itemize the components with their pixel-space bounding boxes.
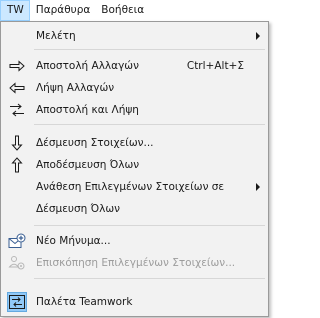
menu-item-review-selected: Επισκόπηση Επιλεγμένων Στοιχείων... xyxy=(3,252,266,274)
menubar-item-help[interactable]: Βοήθεια xyxy=(95,0,149,21)
envelope-add-icon xyxy=(3,230,31,252)
shortcut-label: Ctrl+Alt+Σ xyxy=(186,60,244,72)
arrow-left-icon xyxy=(3,77,31,99)
menu-separator xyxy=(34,278,265,279)
menu-bar: TW Παράθυρα Βοήθεια xyxy=(0,0,270,21)
menubar-item-windows[interactable]: Παράθυρα xyxy=(30,0,96,21)
submenu-arrow-icon xyxy=(256,183,260,191)
menu-item-label: Παλέτα Teamwork xyxy=(36,296,133,308)
tw-dropdown-menu: Μελέτη Αποστολή Αλλαγών Ctrl+Alt+Σ Λήψη … xyxy=(0,21,269,317)
menu-item-new-message[interactable]: Νέο Μήνυμα... xyxy=(3,230,266,252)
arrow-down-icon xyxy=(3,132,31,154)
users-gear-icon xyxy=(3,252,31,274)
menu-item-reserve-elements[interactable]: Δέσμευση Στοιχείων... xyxy=(3,132,266,154)
menubar-item-tw[interactable]: TW xyxy=(0,0,30,21)
menu-item-study[interactable]: Μελέτη xyxy=(3,25,266,47)
menu-separator xyxy=(34,225,265,226)
menu-item-label: Μελέτη xyxy=(36,30,76,42)
menu-item-label: Δέσμευση Στοιχείων... xyxy=(36,137,154,149)
menu-item-reserve-all[interactable]: Δέσμευση Όλων xyxy=(3,198,266,220)
menu-separator xyxy=(34,124,265,125)
menu-item-label: Δέσμευση Όλων xyxy=(36,203,120,215)
menu-item-label: Ανάθεση Επιλεγμένων Στοιχείων σε xyxy=(36,181,225,193)
menu-item-label: Επισκόπηση Επιλεγμένων Στοιχείων... xyxy=(36,257,236,269)
arrow-right-icon xyxy=(3,55,31,77)
arrows-swap-icon xyxy=(3,99,31,121)
teamwork-palette-icon xyxy=(7,292,27,312)
menu-item-receive-changes[interactable]: Λήψη Αλλαγών xyxy=(3,77,266,99)
menu-item-teamwork-palette[interactable]: Παλέτα Teamwork xyxy=(3,291,266,313)
menu-item-release-all[interactable]: Αποδέσμευση Όλων xyxy=(3,154,266,176)
menu-item-assign-selected[interactable]: Ανάθεση Επιλεγμένων Στοιχείων σε xyxy=(3,176,266,198)
menu-separator xyxy=(34,49,265,50)
menu-item-label: Αποστολή και Λήψη xyxy=(36,104,139,116)
menu-item-send-changes[interactable]: Αποστολή Αλλαγών Ctrl+Alt+Σ xyxy=(3,55,266,77)
arrow-up-icon xyxy=(3,154,31,176)
submenu-arrow-icon xyxy=(256,32,260,40)
menu-item-label: Νέο Μήνυμα... xyxy=(36,235,111,247)
menu-item-label: Αποδέσμευση Όλων xyxy=(36,159,140,171)
menu-item-send-and-receive[interactable]: Αποστολή και Λήψη xyxy=(3,99,266,121)
menu-item-label: Λήψη Αλλαγών xyxy=(36,82,115,94)
